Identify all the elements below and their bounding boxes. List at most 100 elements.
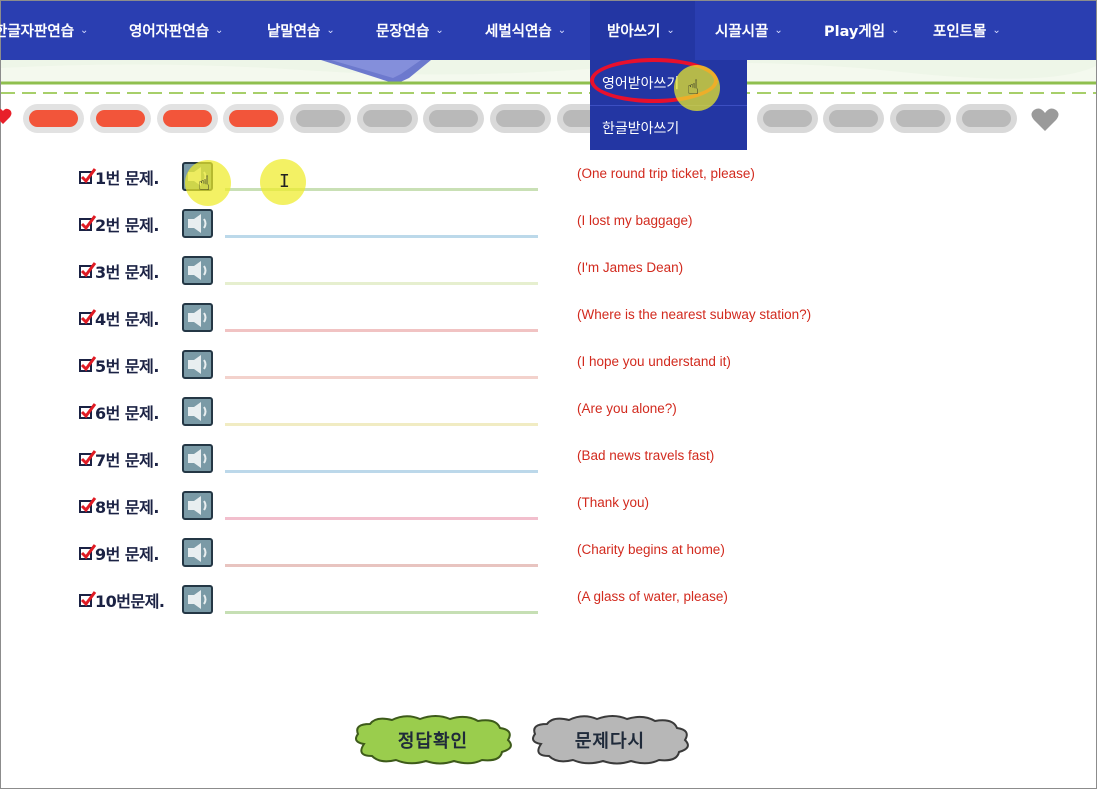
chevron-down-icon: ⌄ xyxy=(774,25,783,36)
question-label: 9번 문제. xyxy=(79,540,159,566)
question-hint: (Where is the nearest subway station?) xyxy=(577,307,812,322)
checkbox-icon xyxy=(79,449,97,466)
question-label: 6번 문제. xyxy=(79,399,159,425)
speaker-icon[interactable] xyxy=(182,538,213,567)
question-label: 3번 문제. xyxy=(79,258,159,284)
progress-pill xyxy=(890,104,951,133)
text-cursor-icon: I xyxy=(279,171,290,192)
speaker-icon[interactable] xyxy=(182,256,213,285)
chevron-down-icon: ⌄ xyxy=(326,25,335,36)
nav-item-sebeolsik[interactable]: 세벌식연습 ⌄ xyxy=(485,1,566,60)
answer-input[interactable] xyxy=(225,166,538,191)
question-hint: (I hope you understand it) xyxy=(577,354,731,369)
question-row: 6번 문제. (Are you alone?) xyxy=(1,395,1096,431)
menu-item-english-dictation[interactable]: 영어받아쓰기 xyxy=(590,60,747,105)
nav-item-noisy[interactable]: 시끌시끌 ⌄ xyxy=(715,1,783,60)
question-row: 5번 문제. (I hope you understand it) xyxy=(1,348,1096,384)
dictation-dropdown: 영어받아쓰기 한글받아쓰기 xyxy=(590,60,747,150)
progress-pill xyxy=(90,104,151,133)
chevron-down-icon: ⌄ xyxy=(666,25,675,36)
answer-input[interactable] xyxy=(225,354,538,379)
speaker-icon[interactable] xyxy=(182,444,213,473)
check-answer-button[interactable]: 정답확인 xyxy=(350,714,516,766)
chevron-down-icon: ⌄ xyxy=(80,25,89,36)
answer-input[interactable] xyxy=(225,448,538,473)
checkbox-icon xyxy=(79,261,97,278)
speaker-icon[interactable] xyxy=(182,585,213,614)
question-hint: (Thank you) xyxy=(577,495,650,510)
progress-pill xyxy=(223,104,284,133)
progress-pill xyxy=(290,104,351,133)
question-hint: (Bad news travels fast) xyxy=(577,448,715,463)
nav-item-english-typing[interactable]: 영어자판연습 ⌄ xyxy=(129,1,223,60)
progress-pill xyxy=(423,104,484,133)
question-row: 2번 문제. (I lost my baggage) xyxy=(1,207,1096,243)
checkbox-icon xyxy=(79,214,97,231)
menu-item-hangul-dictation[interactable]: 한글받아쓰기 xyxy=(590,105,747,150)
speaker-icon[interactable] xyxy=(182,397,213,426)
checkbox-icon xyxy=(79,402,97,419)
question-label: 1번 문제. xyxy=(79,164,159,190)
question-row: 9번 문제. (Charity begins at home) xyxy=(1,536,1096,572)
speaker-icon[interactable] xyxy=(182,303,213,332)
question-row: 3번 문제. (I'm James Dean) xyxy=(1,254,1096,290)
question-row: 4번 문제. (Where is the nearest subway stat… xyxy=(1,301,1096,337)
question-label: 4번 문제. xyxy=(79,305,159,331)
question-label: 8번 문제. xyxy=(79,493,159,519)
heart-icon xyxy=(1031,108,1059,131)
chevron-down-icon: ⌄ xyxy=(435,25,444,36)
checkbox-icon xyxy=(79,496,97,513)
question-hint: (A glass of water, please) xyxy=(577,589,728,604)
speaker-icon[interactable] xyxy=(182,209,213,238)
nav-item-sentence-practice[interactable]: 문장연습 ⌄ xyxy=(376,1,444,60)
progress-pill xyxy=(357,104,418,133)
heart-icon xyxy=(0,108,12,124)
nav-item-point-mall[interactable]: 포인트몰 ⌄ xyxy=(933,1,1001,60)
progress-pill xyxy=(23,104,84,133)
question-row: 1번 문제. (One round trip ticket, please) xyxy=(1,160,1096,196)
progress-pill xyxy=(490,104,551,133)
answer-input[interactable] xyxy=(225,542,538,567)
speaker-icon[interactable] xyxy=(182,162,213,191)
progress-pill xyxy=(157,104,218,133)
checkbox-icon xyxy=(79,543,97,560)
progress-pill xyxy=(823,104,884,133)
question-label: 2번 문제. xyxy=(79,211,159,237)
answer-input[interactable] xyxy=(225,495,538,520)
checkbox-icon xyxy=(79,590,97,607)
answer-input[interactable] xyxy=(225,589,538,614)
question-label: 10번문제. xyxy=(79,587,165,613)
progress-pill xyxy=(956,104,1017,133)
chevron-down-icon: ⌄ xyxy=(992,25,1001,36)
answer-input[interactable] xyxy=(225,307,538,332)
top-nav: 한글자판연습 ⌄ 영어자판연습 ⌄ 낱말연습 ⌄ 문장연습 ⌄ 세벌식연습 ⌄ 받아쓰기 ⌄… xyxy=(0,1,1096,60)
question-row: 10번문제. (A glass of water, please) xyxy=(1,583,1096,619)
checkbox-icon xyxy=(79,167,97,184)
question-hint: (I lost my baggage) xyxy=(577,213,693,228)
nav-item-hangul-typing[interactable]: 한글자판연습 ⌄ xyxy=(0,1,89,60)
checkbox-icon xyxy=(79,308,97,325)
question-row: 8번 문제. (Thank you) xyxy=(1,489,1096,525)
answer-input[interactable] xyxy=(225,213,538,238)
chevron-down-icon: ⌄ xyxy=(891,25,900,36)
nav-item-dictation[interactable]: 받아쓰기 ⌄ xyxy=(590,1,695,60)
question-row: 7번 문제. (Bad news travels fast) xyxy=(1,442,1096,478)
decoration-art xyxy=(1,60,1096,94)
header-decoration xyxy=(1,60,1096,100)
chevron-down-icon: ⌄ xyxy=(557,25,567,36)
answer-input[interactable] xyxy=(225,401,538,426)
nav-item-play-game[interactable]: Play게임 ⌄ xyxy=(824,1,899,60)
question-hint: (One round trip ticket, please) xyxy=(577,166,755,181)
progress-pill xyxy=(757,104,818,133)
question-hint: (I'm James Dean) xyxy=(577,260,684,275)
question-label: 5번 문제. xyxy=(79,352,159,378)
retry-button[interactable]: 문제다시 xyxy=(527,714,693,766)
speaker-icon[interactable] xyxy=(182,350,213,379)
nav-item-word-practice[interactable]: 낱말연습 ⌄ xyxy=(267,1,335,60)
question-label: 7번 문제. xyxy=(79,446,159,472)
question-hint: (Are you alone?) xyxy=(577,401,677,416)
answer-input[interactable] xyxy=(225,260,538,285)
speaker-icon[interactable] xyxy=(182,491,213,520)
chevron-down-icon: ⌄ xyxy=(215,25,224,36)
question-hint: (Charity begins at home) xyxy=(577,542,725,557)
